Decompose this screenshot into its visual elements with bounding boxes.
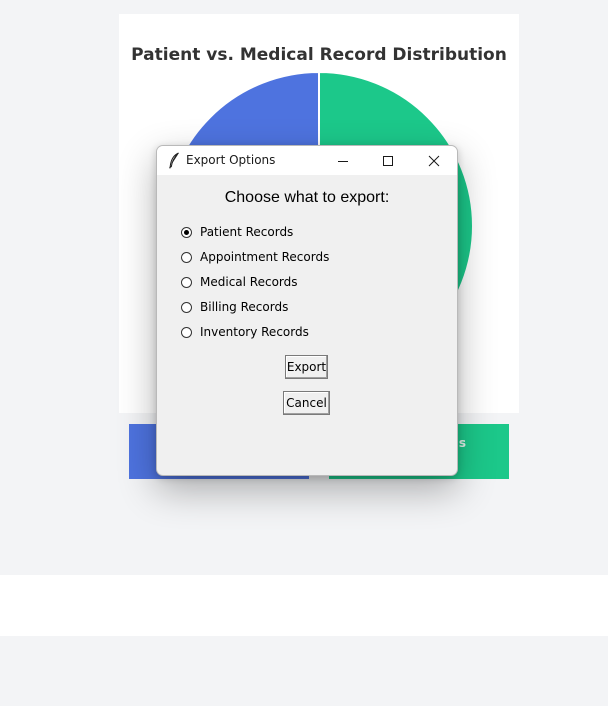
radio-inventory-records[interactable]: Inventory Records: [181, 323, 309, 341]
radio-billing-records[interactable]: Billing Records: [181, 298, 288, 316]
radio-label: Medical Records: [200, 275, 298, 289]
feather-icon: [167, 152, 181, 169]
radio-button[interactable]: [181, 226, 192, 238]
radio-label: Patient Records: [200, 225, 294, 239]
radio-button[interactable]: [181, 251, 192, 263]
footer-band: [0, 575, 608, 636]
radio-label: Inventory Records: [200, 325, 309, 339]
close-icon: [428, 155, 440, 167]
maximize-icon: [382, 155, 394, 167]
app-window: Patient vs. Medical Record Distribution …: [0, 0, 608, 706]
minimize-button[interactable]: [320, 146, 366, 175]
minimize-icon: [337, 155, 349, 167]
dialog-title: Export Options: [186, 153, 276, 167]
radio-label: Billing Records: [200, 300, 289, 314]
radio-patient-records[interactable]: Patient Records: [181, 223, 293, 241]
radio-medical-records[interactable]: Medical Records: [181, 273, 298, 291]
radio-label: Appointment Records: [200, 250, 330, 264]
export-button[interactable]: Export: [285, 355, 328, 379]
dialog-heading: Choose what to export:: [224, 189, 390, 206]
radio-button[interactable]: [181, 326, 192, 338]
radio-appointment-records[interactable]: Appointment Records: [181, 248, 329, 266]
export-options-dialog: Export Options Choose what to export: Pa…: [156, 145, 458, 476]
dialog-titlebar[interactable]: Export Options: [157, 146, 457, 175]
chart-title: Patient vs. Medical Record Distribution: [131, 45, 507, 65]
close-button[interactable]: [411, 146, 457, 175]
maximize-button[interactable]: [365, 146, 411, 175]
radio-button[interactable]: [181, 301, 192, 313]
radio-button[interactable]: [181, 276, 192, 288]
cancel-button[interactable]: Cancel: [283, 391, 330, 415]
